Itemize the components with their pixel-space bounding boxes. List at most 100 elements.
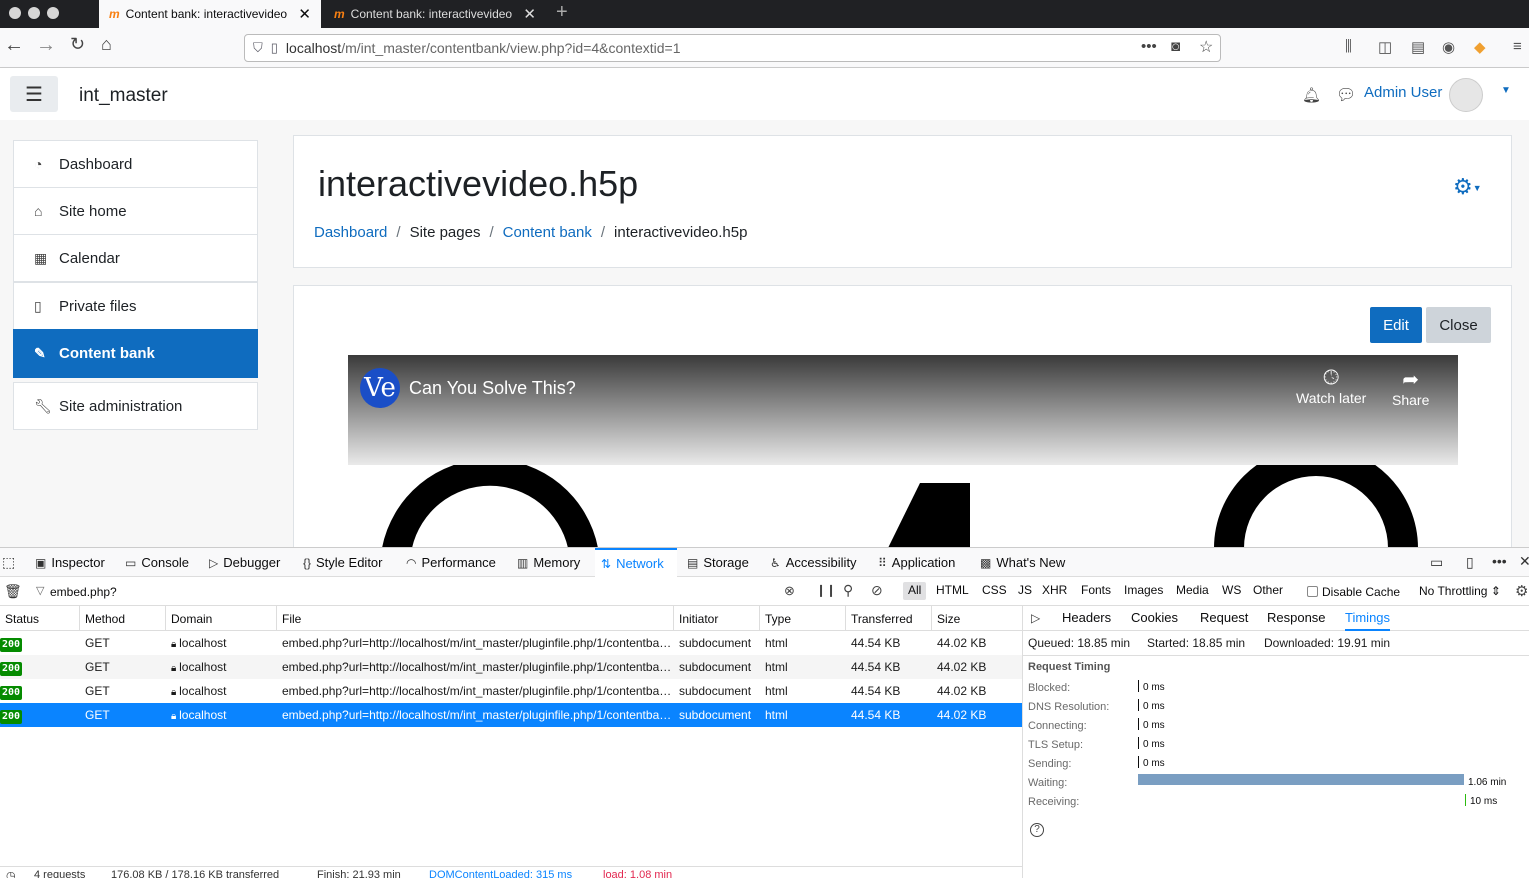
tab-console[interactable]: ▭ Console bbox=[125, 548, 189, 577]
devtools-menu-icon[interactable]: ••• bbox=[1492, 553, 1507, 569]
filter-type-other[interactable]: Other bbox=[1248, 582, 1288, 600]
sidebar-item-site-home[interactable]: ⌂ Site home bbox=[13, 187, 258, 235]
reload-icon[interactable]: ↻ bbox=[70, 34, 85, 55]
url-text[interactable]: localhost/m/int_master/contentbank/view.… bbox=[286, 40, 681, 56]
close-button[interactable]: Close bbox=[1426, 307, 1491, 343]
window-minimize-dot[interactable] bbox=[28, 7, 40, 19]
home-icon[interactable]: ⌂ bbox=[101, 34, 112, 55]
sidebar-item-private-files[interactable]: ▯ Private files bbox=[13, 282, 258, 330]
column-size[interactable]: Size bbox=[932, 606, 1022, 631]
help-icon[interactable]: ? bbox=[1030, 823, 1044, 837]
sidebar-item-content-bank[interactable]: ✎ Content bank bbox=[13, 329, 258, 378]
tab-style-editor[interactable]: {} Style Editor bbox=[303, 548, 383, 577]
close-devtools-icon[interactable]: ✕ bbox=[1519, 553, 1529, 570]
tab-accessibility[interactable]: ♿︎ Accessibility bbox=[770, 548, 857, 577]
tab-label: Storage bbox=[703, 555, 749, 570]
disable-cache-label[interactable]: Disable Cache bbox=[1322, 585, 1400, 599]
shield-icon[interactable]: ⛉ bbox=[253, 40, 263, 56]
table-row[interactable]: 200 GET 🔒︎ localhost embed.php?url=http:… bbox=[0, 679, 1022, 703]
table-row-selected[interactable]: 200 GET 🔒︎ localhost embed.php?url=http:… bbox=[0, 703, 1022, 727]
filter-type-html[interactable]: HTML bbox=[931, 582, 974, 600]
filter-type-ws[interactable]: WS bbox=[1217, 582, 1246, 600]
filter-type-fonts[interactable]: Fonts bbox=[1076, 582, 1116, 600]
window-close-dot[interactable] bbox=[9, 7, 21, 19]
account-icon[interactable]: ◉ bbox=[1442, 38, 1455, 56]
browser-tab-2[interactable]: m Content bank: interactivevideo.h5p ✕ bbox=[324, 0, 546, 28]
breadcrumb-dashboard[interactable]: Dashboard bbox=[314, 224, 387, 241]
channel-logo[interactable]: Ve bbox=[360, 368, 400, 408]
messages-icon[interactable]: 💬︎ bbox=[1336, 85, 1356, 105]
filter-type-js[interactable]: JS bbox=[1013, 582, 1037, 600]
user-menu-caret-icon[interactable]: ▼ bbox=[1501, 85, 1511, 96]
site-name[interactable]: int_master bbox=[79, 85, 168, 107]
column-domain[interactable]: Domain bbox=[166, 606, 277, 631]
filter-type-xhr[interactable]: XHR bbox=[1037, 582, 1072, 600]
filter-url-input[interactable]: embed.php? bbox=[50, 585, 117, 599]
network-settings-gear-icon[interactable]: ⚙ bbox=[1515, 582, 1528, 600]
window-zoom-dot[interactable] bbox=[47, 7, 59, 19]
tab-network[interactable]: ⇅ Network bbox=[595, 548, 677, 577]
reader-icon[interactable]: ▤ bbox=[1411, 38, 1425, 56]
drawer-toggle-button[interactable]: ☰ bbox=[10, 76, 58, 112]
element-picker-icon[interactable]: ⬚ bbox=[2, 554, 15, 571]
column-file[interactable]: File bbox=[277, 606, 674, 631]
notification-bell-icon[interactable]: 🔔︎ bbox=[1302, 86, 1321, 104]
filter-type-media[interactable]: Media bbox=[1171, 582, 1214, 600]
table-row[interactable]: 200 GET 🔒︎ localhost embed.php?url=http:… bbox=[0, 655, 1022, 679]
responsive-mode-icon[interactable]: ▯ bbox=[1466, 554, 1474, 571]
tab-debugger[interactable]: ▷ Debugger bbox=[209, 548, 280, 577]
user-menu-name[interactable]: Admin User bbox=[1364, 84, 1442, 101]
pause-icon[interactable]: ❙❙ bbox=[816, 583, 836, 597]
column-status[interactable]: Status bbox=[0, 606, 80, 631]
avatar[interactable] bbox=[1449, 78, 1483, 112]
clear-filter-icon[interactable]: ⊗ bbox=[784, 583, 795, 599]
sidebar-toggle-icon[interactable]: ◫ bbox=[1378, 38, 1392, 56]
url-bar[interactable]: ⛉ ▯ localhost/m/int_master/contentbank/v… bbox=[244, 34, 1221, 62]
table-row[interactable]: 200 GET 🔒︎ localhost embed.php?url=http:… bbox=[0, 631, 1022, 655]
sidebar-item-calendar[interactable]: ▦ Calendar bbox=[13, 234, 258, 282]
tab-inspector[interactable]: ▣ Inspector bbox=[35, 548, 105, 577]
search-icon[interactable]: ⚲ bbox=[843, 582, 853, 599]
bookmark-star-icon[interactable]: ☆ bbox=[1199, 37, 1213, 57]
extension-icon[interactable]: ◆ bbox=[1474, 38, 1486, 56]
disable-cache-checkbox[interactable] bbox=[1307, 586, 1318, 597]
forward-icon[interactable]: → bbox=[36, 34, 56, 57]
tab-performance[interactable]: ◠ Performance bbox=[406, 548, 496, 577]
back-icon[interactable]: ← bbox=[4, 34, 24, 57]
column-initiator[interactable]: Initiator bbox=[674, 606, 760, 631]
sidebar-item-site-administration[interactable]: 🔧︎ Site administration bbox=[13, 382, 258, 430]
filter-type-all[interactable]: All bbox=[903, 582, 927, 600]
tab-storage[interactable]: ▤ Storage bbox=[687, 548, 749, 577]
menu-icon[interactable]: ≡ bbox=[1513, 38, 1522, 55]
column-method[interactable]: Method bbox=[80, 606, 166, 631]
trash-icon[interactable]: 🗑︎ bbox=[4, 583, 22, 600]
watch-later-button[interactable]: 🕓︎ Watch later bbox=[1296, 367, 1366, 406]
column-transferred[interactable]: Transferred bbox=[846, 606, 932, 631]
settings-gear-icon[interactable]: ⚙▼ bbox=[1453, 174, 1482, 200]
filter-type-images[interactable]: Images bbox=[1119, 582, 1168, 600]
page-actions-icon[interactable]: ••• bbox=[1141, 38, 1157, 55]
video-title[interactable]: Can You Solve This? bbox=[409, 378, 576, 399]
page-info-icon[interactable]: ▯ bbox=[271, 40, 278, 56]
filter-type-css[interactable]: CSS bbox=[977, 582, 1012, 600]
browser-tab-1[interactable]: m Content bank: interactivevideo.h5p ✕ bbox=[99, 0, 321, 28]
close-tab-icon[interactable]: ✕ bbox=[523, 5, 536, 23]
dock-icon[interactable]: ▭ bbox=[1430, 554, 1443, 571]
block-icon[interactable]: ⊘ bbox=[871, 582, 883, 599]
close-tab-icon[interactable]: ✕ bbox=[298, 5, 311, 23]
timing-bar bbox=[1138, 699, 1139, 711]
share-button[interactable]: ➦ Share bbox=[1392, 367, 1429, 408]
pocket-icon[interactable]: ◙ bbox=[1171, 38, 1180, 55]
video-player[interactable]: Ve Can You Solve This? 🕓︎ Watch later ➦ … bbox=[348, 355, 1458, 548]
edit-button[interactable]: Edit bbox=[1370, 307, 1422, 343]
new-tab-icon[interactable]: + bbox=[556, 1, 568, 24]
throttling-select[interactable]: No Throttling ⇕ bbox=[1419, 584, 1501, 598]
library-icon[interactable]: ⫼ bbox=[1345, 38, 1352, 55]
tab-memory[interactable]: ▥ Memory bbox=[517, 548, 580, 577]
tab-application[interactable]: ⠿ Application bbox=[878, 548, 955, 577]
performance-analysis-icon[interactable]: ◷ bbox=[6, 869, 16, 878]
breadcrumb-content-bank[interactable]: Content bank bbox=[503, 224, 592, 241]
tab-whats-new[interactable]: ▩ What's New bbox=[980, 548, 1065, 577]
sidebar-item-dashboard[interactable]: ◔ Dashboard bbox=[13, 140, 258, 188]
column-type[interactable]: Type bbox=[760, 606, 846, 631]
